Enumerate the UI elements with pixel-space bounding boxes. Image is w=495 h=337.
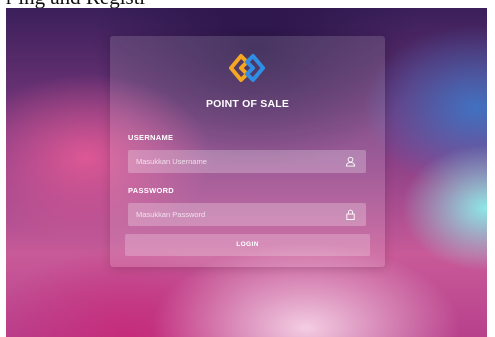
login-screen: POINT OF SALE USERNAME PASSWORD LOGIN	[6, 8, 487, 337]
username-field-container	[128, 150, 366, 173]
password-label: PASSWORD	[128, 186, 175, 195]
password-input[interactable]	[128, 203, 328, 226]
login-card: POINT OF SALE USERNAME PASSWORD LOGIN	[110, 36, 385, 267]
username-label: USERNAME	[128, 133, 174, 142]
brand-title: POINT OF SALE	[205, 98, 290, 110]
top-caption: r ing and Registr	[0, 0, 495, 8]
password-field-container	[128, 203, 366, 226]
username-input[interactable]	[128, 150, 328, 173]
lock-icon	[346, 209, 355, 220]
point-of-sale-logo-icon	[229, 54, 265, 82]
login-button[interactable]: LOGIN	[125, 234, 370, 256]
user-icon	[345, 156, 356, 167]
